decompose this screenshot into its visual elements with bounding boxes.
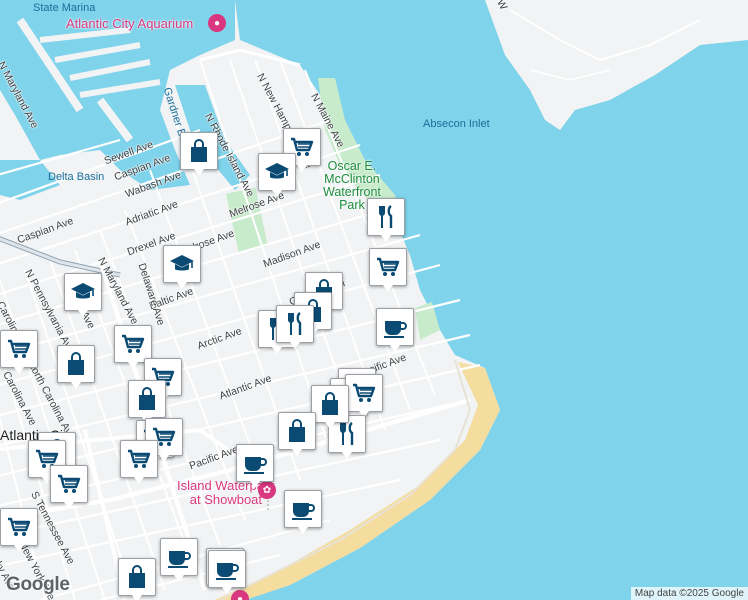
map-marker-shopping[interactable] [118, 558, 156, 600]
cafe-icon [213, 555, 241, 583]
aquarium-pin-icon[interactable]: ● [208, 14, 226, 32]
map-marker-school[interactable] [64, 273, 102, 317]
map-marker-shopping[interactable] [0, 330, 38, 374]
map-marker-cafe[interactable] [376, 308, 414, 352]
cafe-icon [289, 495, 317, 523]
shopping-bag-icon [185, 137, 213, 165]
map-marker-shopping[interactable] [128, 380, 166, 424]
map-marker-shopping[interactable] [278, 412, 316, 456]
shopping-cart-icon [125, 445, 153, 473]
shopping-bag-icon [62, 350, 90, 378]
restaurant-icon [333, 420, 361, 448]
shopping-bag-icon [316, 390, 344, 418]
shopping-cart-icon [350, 379, 378, 407]
restaurant-icon [372, 203, 400, 231]
state-marina-label: State Marina [33, 2, 96, 14]
map-marker-shopping[interactable] [345, 374, 383, 418]
restaurant-icon [281, 310, 309, 338]
map-marker-shopping[interactable] [0, 508, 38, 552]
map-marker-shopping[interactable] [311, 385, 349, 429]
map-marker-shopping[interactable] [57, 345, 95, 389]
shopping-cart-icon [374, 253, 402, 281]
map-marker-cafe[interactable] [236, 444, 274, 488]
map-marker-restaurant[interactable] [367, 198, 405, 242]
school-icon [168, 250, 196, 278]
aquarium-label[interactable]: Atlantic City Aquarium [66, 16, 193, 31]
shopping-cart-icon [5, 335, 33, 363]
map-marker-cafe[interactable] [284, 490, 322, 534]
map-marker-shopping[interactable] [180, 132, 218, 176]
map-marker-shopping[interactable] [369, 248, 407, 292]
cafe-icon [381, 313, 409, 341]
shopping-cart-icon [5, 513, 33, 541]
absecon-inlet-label: Absecon Inlet [423, 118, 490, 130]
map-marker-restaurant[interactable] [276, 305, 314, 349]
shopping-bag-icon [133, 385, 161, 413]
shopping-bag-icon [123, 563, 151, 591]
map-base-layer [0, 0, 748, 600]
map-attribution[interactable]: Map data ©2025 Google [630, 587, 748, 600]
delta-basin-label: Delta Basin [48, 171, 105, 183]
shopping-cart-icon [119, 330, 147, 358]
map-marker-shopping[interactable] [120, 440, 158, 484]
google-logo: Google [6, 574, 70, 595]
school-icon [263, 158, 291, 186]
school-icon [69, 278, 97, 306]
map-canvas[interactable]: State Marina Absecon Inlet Delta Basin G… [0, 0, 748, 600]
map-marker-school[interactable] [258, 153, 296, 197]
shopping-cart-icon [55, 470, 83, 498]
shopping-bag-icon [283, 417, 311, 445]
map-marker-cafe[interactable] [160, 538, 198, 582]
cafe-icon [241, 449, 269, 477]
waterpark-pin-icon[interactable]: ✿ [258, 481, 276, 499]
map-marker-cafe[interactable] [208, 550, 246, 594]
map-marker-shopping[interactable] [50, 465, 88, 509]
map-marker-school[interactable] [163, 245, 201, 289]
cafe-icon [165, 543, 193, 571]
